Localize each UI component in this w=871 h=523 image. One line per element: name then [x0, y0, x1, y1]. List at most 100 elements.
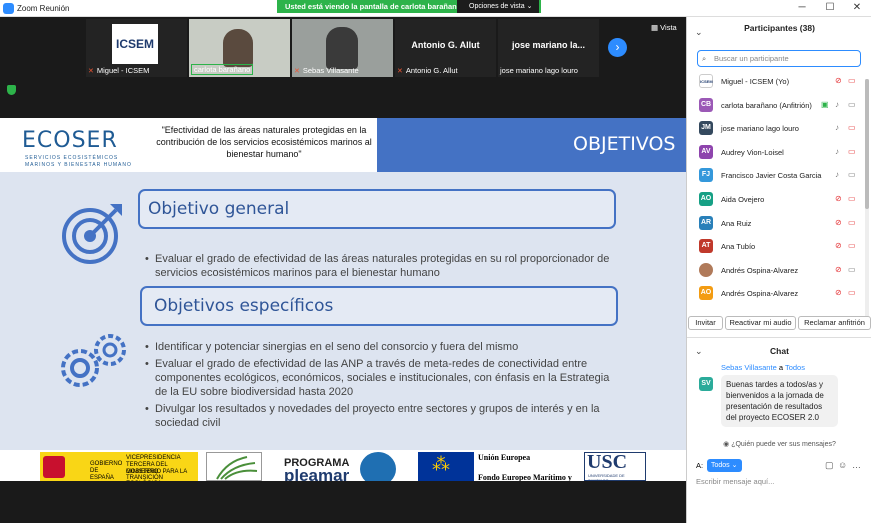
eye-icon: ◉ [723, 441, 730, 448]
slide-subtitle: "Efectividad de las áreas naturales prot… [156, 125, 372, 159]
participant-name: jose mariano lago louro [721, 124, 799, 134]
ecoser-logo: ECOSER [22, 128, 118, 153]
objetivos-especificos-heading: Objetivos específicos [154, 296, 334, 316]
participant-row[interactable]: Andrés Ospina-Alvarez ⊘ ▭ [687, 258, 871, 281]
participant-row[interactable]: AO Aida Ovejero ⊘ ▭ [687, 187, 871, 210]
video-off-icon: ▭ [848, 123, 856, 133]
video-tile-antonio[interactable]: Antonio G. Allut ✕ Antonio G. Allut [395, 19, 496, 77]
participants-header: Participantes (38) [744, 23, 815, 33]
chat-recipient-select-value: Todos [711, 462, 730, 469]
mic-off-icon: ✕ [88, 68, 94, 75]
tile-name: ✕ Sebas Villasante [294, 66, 359, 75]
general-bullet: Evaluar el grado de efectividad de las á… [145, 252, 615, 280]
emoji-icon[interactable]: ☺ [838, 460, 847, 470]
person-video [326, 27, 358, 69]
gov-label-3: MINISTERIO PARA LA TRANSICIÓN ECOLÓGICA [126, 469, 187, 481]
participant-search-input[interactable]: ⌕ Buscar un participante [697, 50, 861, 67]
eu-stars: ⁂ [432, 454, 450, 474]
zoom-app-icon [3, 3, 14, 14]
video-off-icon: ▭ [848, 146, 856, 156]
security-shield-icon[interactable] [7, 85, 16, 95]
pleamar-logo: PROGRAMA pleamar [284, 452, 399, 481]
chat-avatar: SV [699, 377, 713, 391]
participant-row[interactable]: AR Ana Ruiz ⊘ ▭ [687, 211, 871, 234]
tile-big-name: jose mariano la... [511, 40, 586, 50]
video-tile-jose[interactable]: jose mariano la... jose mariano lago lou… [498, 19, 599, 77]
chat-sender-line: Sebas Villasante a Todos [721, 363, 805, 372]
chat-message-input[interactable]: Escribir mensaje aquí... [696, 477, 774, 486]
objetivos-especificos-box: Objetivos específicos [140, 286, 618, 326]
participant-row[interactable]: AV Audrey Vion-Loisel ♪ ▭ [687, 140, 871, 163]
tile-name: jose mariano lago louro [500, 66, 578, 75]
participant-avatar: CB [699, 97, 713, 112]
mic-off-icon: ✕ [294, 68, 300, 75]
close-button[interactable]: ✕ [845, 1, 869, 15]
usc-label: USC [587, 451, 628, 473]
participant-row[interactable]: CB carlota barañano (Anfitrión) ▣ ♪ ▭ [687, 93, 871, 116]
gears-icon [61, 334, 126, 387]
view-toggle[interactable]: ▦ Vista [651, 23, 677, 32]
shared-screen-slide: ECOSER SERVICIOS ECOSISTÉMICOS MARINOS Y… [0, 118, 686, 481]
participant-name: Francisco Javier Costa Garcia [721, 171, 822, 181]
mic-muted-icon: ⊘ [835, 194, 842, 203]
tile-big-name: Antonio G. Allut [411, 40, 480, 50]
who-can-see-link[interactable]: ◉ ¿Quién puede ver sus mensajes? [687, 440, 871, 448]
specific-bullet: Divulgar los resultados y novedades del … [145, 402, 615, 430]
share-banner: Usted está viendo la pantalla de carlota… [277, 0, 541, 13]
screen-share-icon: ▣ [821, 99, 829, 109]
tile-name: ✕ Antonio G. Allut [397, 66, 458, 75]
video-icon: ▭ [848, 264, 856, 274]
participant-row[interactable]: ICSEM Miguel - ICSEM (Yo) ⊘ ▭ [687, 69, 871, 92]
participant-avatar: AR [699, 215, 713, 230]
participant-name: Ana Ruiz [721, 218, 752, 228]
participant-avatar: FJ [699, 168, 713, 183]
next-page-arrow-icon[interactable]: › [608, 38, 627, 57]
participant-name: Miguel - ICSEM (Yo) [721, 77, 790, 86]
unmute-button[interactable]: Reactivar mi audio [725, 316, 796, 330]
eu-flag-icon: ⁂ [418, 452, 474, 481]
meeting-toolbar [0, 481, 686, 523]
search-placeholder: Buscar un participante [714, 54, 789, 63]
grass-logo [206, 452, 262, 481]
specific-bullet: Evaluar el grado de efectividad de las A… [145, 357, 615, 399]
specific-bullet: Identificar y potenciar sinergias en el … [145, 340, 615, 354]
view-label: Vista [660, 23, 677, 32]
spain-crest-icon [43, 456, 65, 478]
video-tile-sebas[interactable]: ✕ Sebas Villasante [292, 19, 393, 77]
file-icon[interactable]: ▢ [825, 460, 834, 471]
more-icon[interactable]: … [852, 460, 861, 470]
eu-fund-label: Fondo Europeo Marítimo y [478, 473, 572, 481]
pleamar-label: pleamar [284, 466, 350, 481]
participant-avatar: AV [699, 144, 713, 159]
participant-name: Ana Tubío [721, 242, 756, 252]
chat-header: Chat [770, 346, 789, 356]
video-tile-miguel[interactable]: ICSEM ✕ Miguel - ICSEM [86, 19, 187, 77]
window-titlebar: Zoom Reunión Usted está viendo la pantal… [0, 0, 871, 17]
objetivo-general-box: Objetivo general [138, 189, 616, 229]
participant-row[interactable]: JM jose mariano lago louro ♪ ▭ [687, 116, 871, 139]
video-icon: ▭ [848, 99, 856, 109]
invite-button[interactable]: Invitar [688, 316, 723, 330]
wave-icon [360, 452, 396, 481]
mic-muted-icon: ⊘ [835, 217, 842, 227]
video-tile-carlota[interactable]: carlota barañano [189, 19, 290, 77]
participant-row[interactable]: FJ Francisco Javier Costa Garcia ♪ ▭ [687, 163, 871, 186]
participant-row[interactable]: AT Ana Tubío ⊘ ▭ [687, 234, 871, 257]
minimize-button[interactable]: ─ [790, 1, 814, 15]
participant-row[interactable]: AO Andrés Ospina-Alvarez ⊘ ▭ [687, 281, 871, 304]
video-off-icon: ▭ [848, 217, 856, 227]
chat-sender[interactable]: Sebas Villasante [721, 363, 777, 372]
mic-muted-icon: ⊘ [835, 241, 842, 251]
chat-recipient-select[interactable]: Todos ⌄ [707, 459, 742, 472]
panel-divider[interactable] [687, 337, 871, 338]
gov-label: GOBIERNO DE ESPAÑA [90, 461, 123, 481]
tile-name: ✕ Miguel - ICSEM [88, 66, 150, 75]
mic-icon: ♪ [835, 123, 839, 133]
icsem-logo: ICSEM [112, 24, 158, 64]
video-off-icon: ▭ [848, 288, 856, 298]
view-options-button[interactable]: Opciones de vista ⌄ [457, 0, 539, 13]
mic-icon: ♪ [835, 99, 839, 109]
maximize-button[interactable]: ☐ [818, 1, 842, 15]
claim-host-button[interactable]: Reclamar anfitrión [798, 316, 871, 330]
video-icon: ▭ [848, 170, 856, 180]
